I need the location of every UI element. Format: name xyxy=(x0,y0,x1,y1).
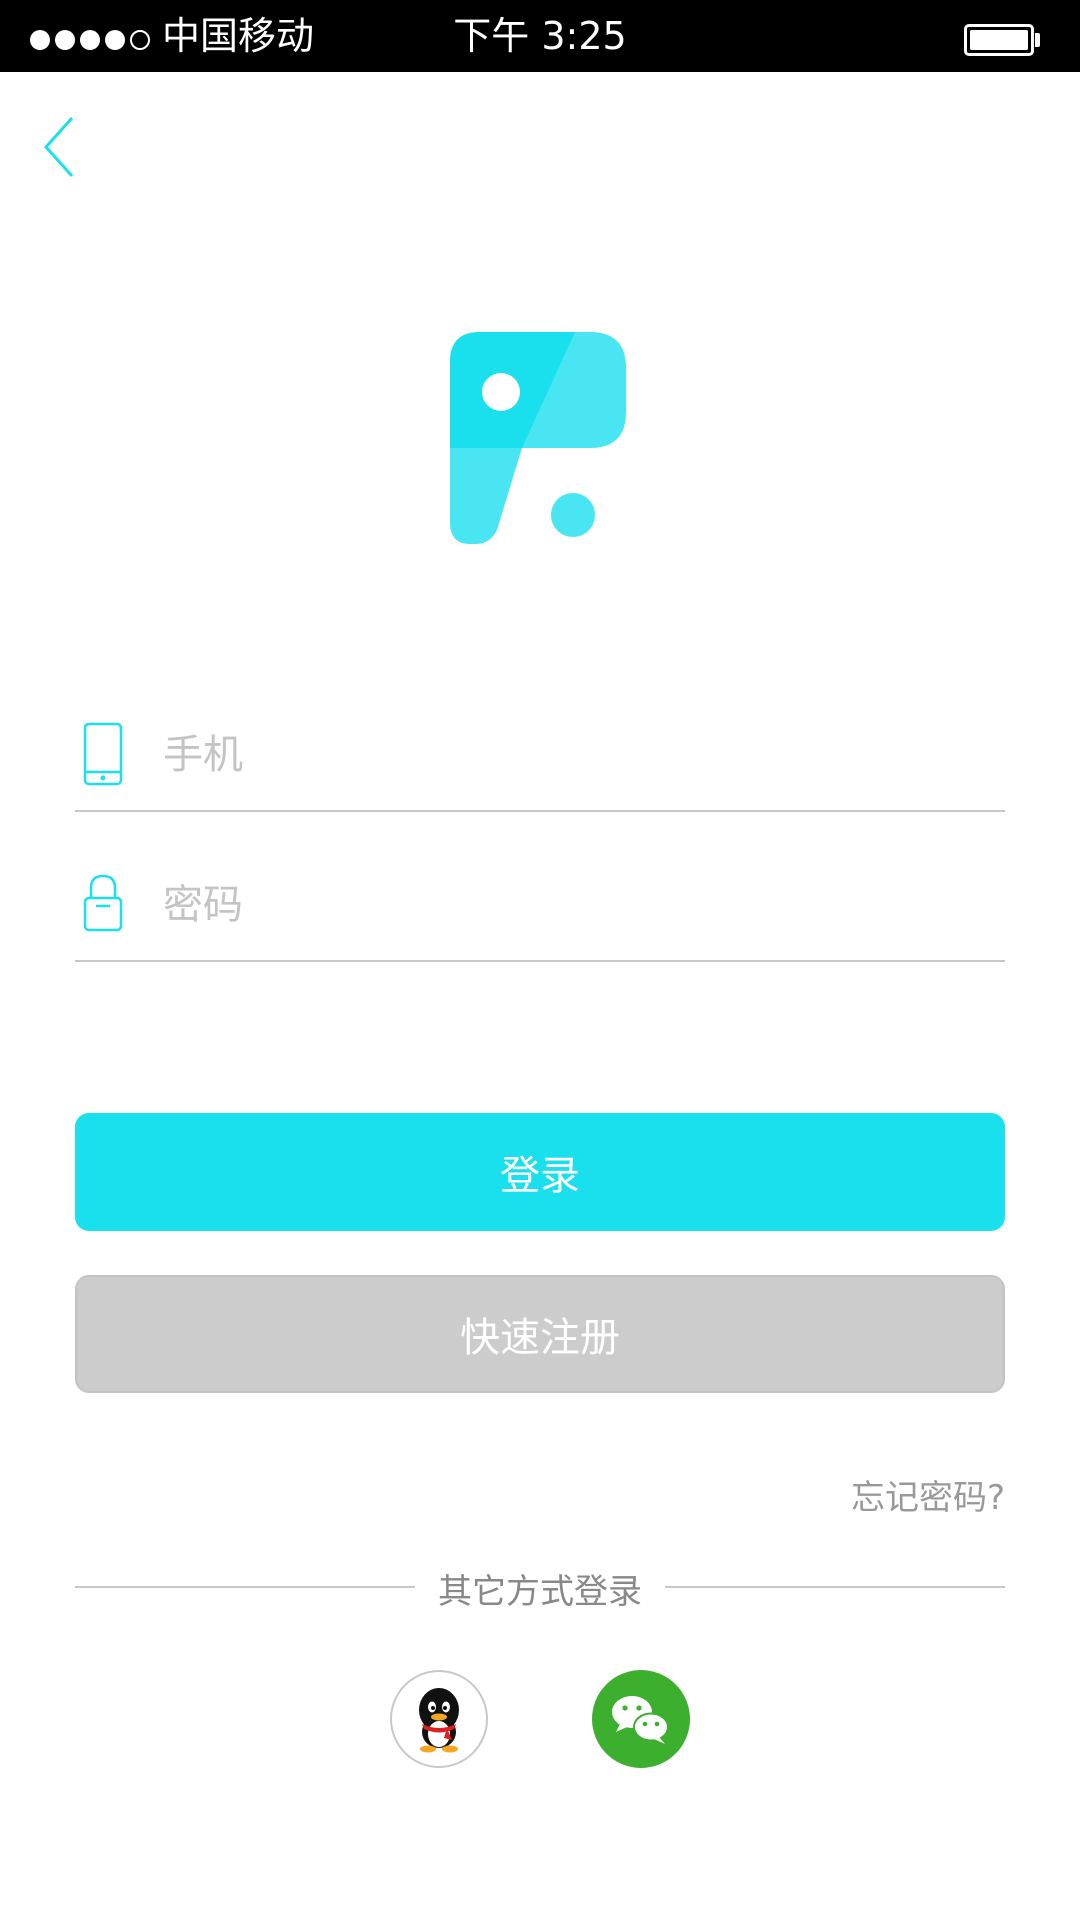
qq-login-button[interactable] xyxy=(390,1670,488,1768)
phone-input[interactable] xyxy=(163,720,983,790)
status-bar: 中国移动 下午 3:25 xyxy=(0,0,1080,72)
forgot-password-link[interactable]: 忘记密码? xyxy=(851,1470,1005,1519)
wechat-icon xyxy=(612,1696,669,1744)
lock-icon xyxy=(83,874,123,932)
chevron-left-icon[interactable] xyxy=(36,112,92,182)
divider-line xyxy=(665,1586,1005,1588)
phone-icon xyxy=(83,722,123,786)
login-button[interactable]: 登录 xyxy=(75,1113,1005,1231)
register-button[interactable]: 快速注册 xyxy=(75,1275,1005,1393)
phone-field xyxy=(75,702,1005,812)
password-field xyxy=(75,852,1005,962)
password-input[interactable] xyxy=(163,870,983,940)
status-time: 下午 3:25 xyxy=(453,14,627,58)
other-login-label: 其它方式登录 xyxy=(438,1572,642,1612)
divider-line xyxy=(75,1586,415,1588)
wechat-login-button[interactable] xyxy=(592,1670,690,1768)
app-logo xyxy=(450,332,626,544)
battery-icon xyxy=(964,24,1034,56)
qq-icon xyxy=(419,1688,459,1753)
login-screen: 中国移动 下午 3:25 登录 快速注册 忘记密码? xyxy=(0,0,1080,1920)
